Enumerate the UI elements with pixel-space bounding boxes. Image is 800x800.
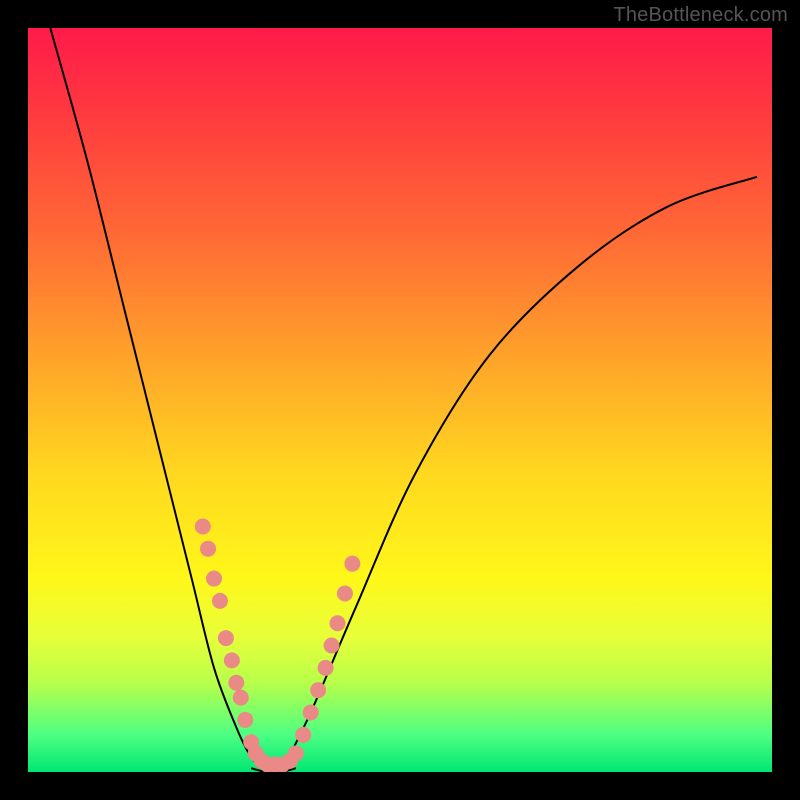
marker-dot: [200, 541, 216, 557]
marker-dot: [318, 660, 334, 676]
chart-frame: TheBottleneck.com: [0, 0, 800, 800]
watermark-text: TheBottleneck.com: [613, 4, 788, 27]
marker-dot: [324, 638, 340, 654]
marker-dot: [288, 745, 304, 761]
curve-group: [50, 28, 757, 772]
marker-dot: [310, 682, 326, 698]
marker-dot: [218, 630, 234, 646]
marker-dot: [344, 556, 360, 572]
marker-dot: [303, 704, 319, 720]
marker-dot: [224, 652, 240, 668]
marker-dot: [195, 518, 211, 534]
marker-group: [195, 518, 361, 772]
plot-area: [28, 28, 772, 772]
marker-dot: [228, 675, 244, 691]
marker-dot: [337, 585, 353, 601]
series-right-branch: [281, 177, 757, 772]
marker-dot: [206, 571, 222, 587]
marker-dot: [237, 712, 253, 728]
marker-dot: [233, 690, 249, 706]
curve-layer: [28, 28, 772, 772]
marker-dot: [212, 593, 228, 609]
marker-dot: [330, 615, 346, 631]
marker-dot: [295, 727, 311, 743]
